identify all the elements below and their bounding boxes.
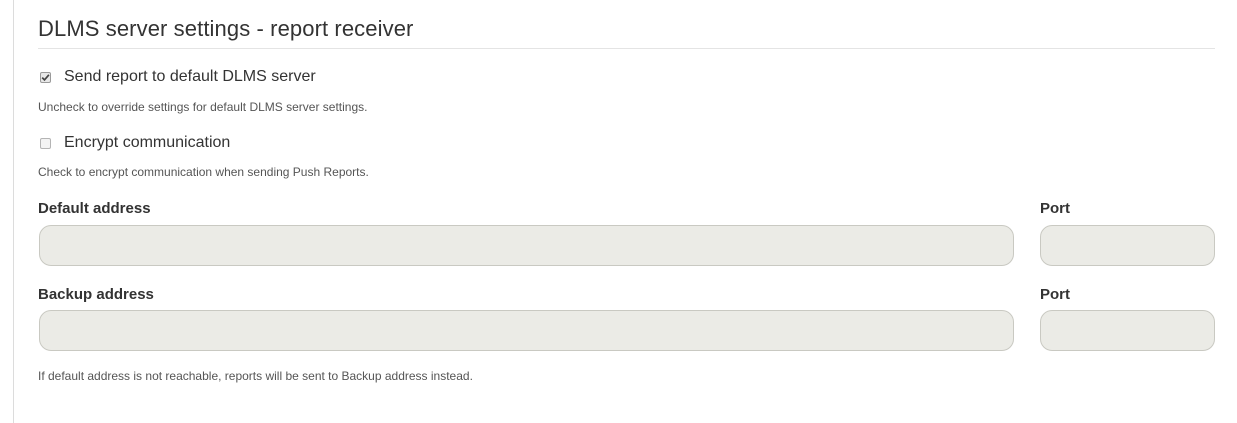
encrypt-label: Encrypt communication — [64, 134, 231, 151]
encrypt-option[interactable]: Encrypt communication — [40, 134, 230, 152]
backup-port-label: Port — [1040, 286, 1070, 303]
default-address-input[interactable] — [39, 225, 1014, 266]
default-address-label: Default address — [38, 200, 151, 217]
default-port-label: Port — [1040, 200, 1070, 217]
encrypt-help: Check to encrypt communication when send… — [38, 165, 369, 179]
send-default-help: Uncheck to override settings for default… — [38, 100, 368, 114]
checkmark-icon — [41, 73, 50, 81]
default-port-input[interactable] — [1040, 225, 1215, 266]
backup-address-label: Backup address — [38, 286, 154, 303]
backup-address-help: If default address is not reachable, rep… — [38, 369, 473, 383]
left-border — [13, 0, 14, 423]
encrypt-checkbox[interactable] — [40, 137, 51, 149]
section-title: DLMS server settings - report receiver — [38, 16, 414, 41]
backup-address-input[interactable] — [39, 310, 1014, 351]
backup-port-input[interactable] — [1040, 310, 1215, 351]
send-default-label: Send report to default DLMS server — [64, 68, 316, 85]
send-default-option[interactable]: Send report to default DLMS server — [40, 68, 316, 86]
title-divider — [38, 48, 1215, 49]
send-default-checkbox[interactable] — [40, 71, 51, 83]
